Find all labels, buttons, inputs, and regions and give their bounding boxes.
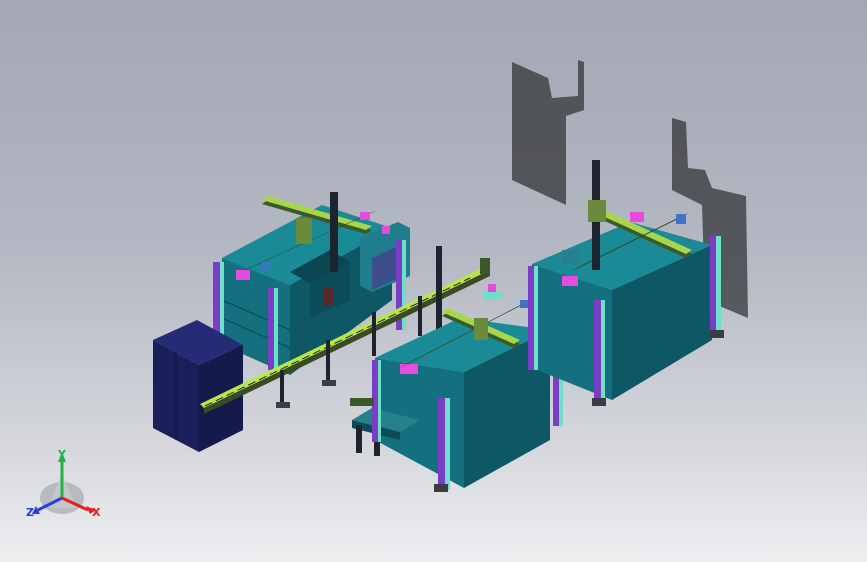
cad-viewport[interactable]: Y Z X [0, 0, 867, 562]
assembly-scene[interactable] [0, 0, 867, 562]
z-axis-label: Z [26, 506, 34, 519]
y-axis-label: Y [57, 448, 67, 461]
x-axis-label: X [92, 506, 101, 519]
electrical-cabinet[interactable] [153, 320, 243, 452]
orientation-triad: Y Z X [22, 448, 108, 528]
